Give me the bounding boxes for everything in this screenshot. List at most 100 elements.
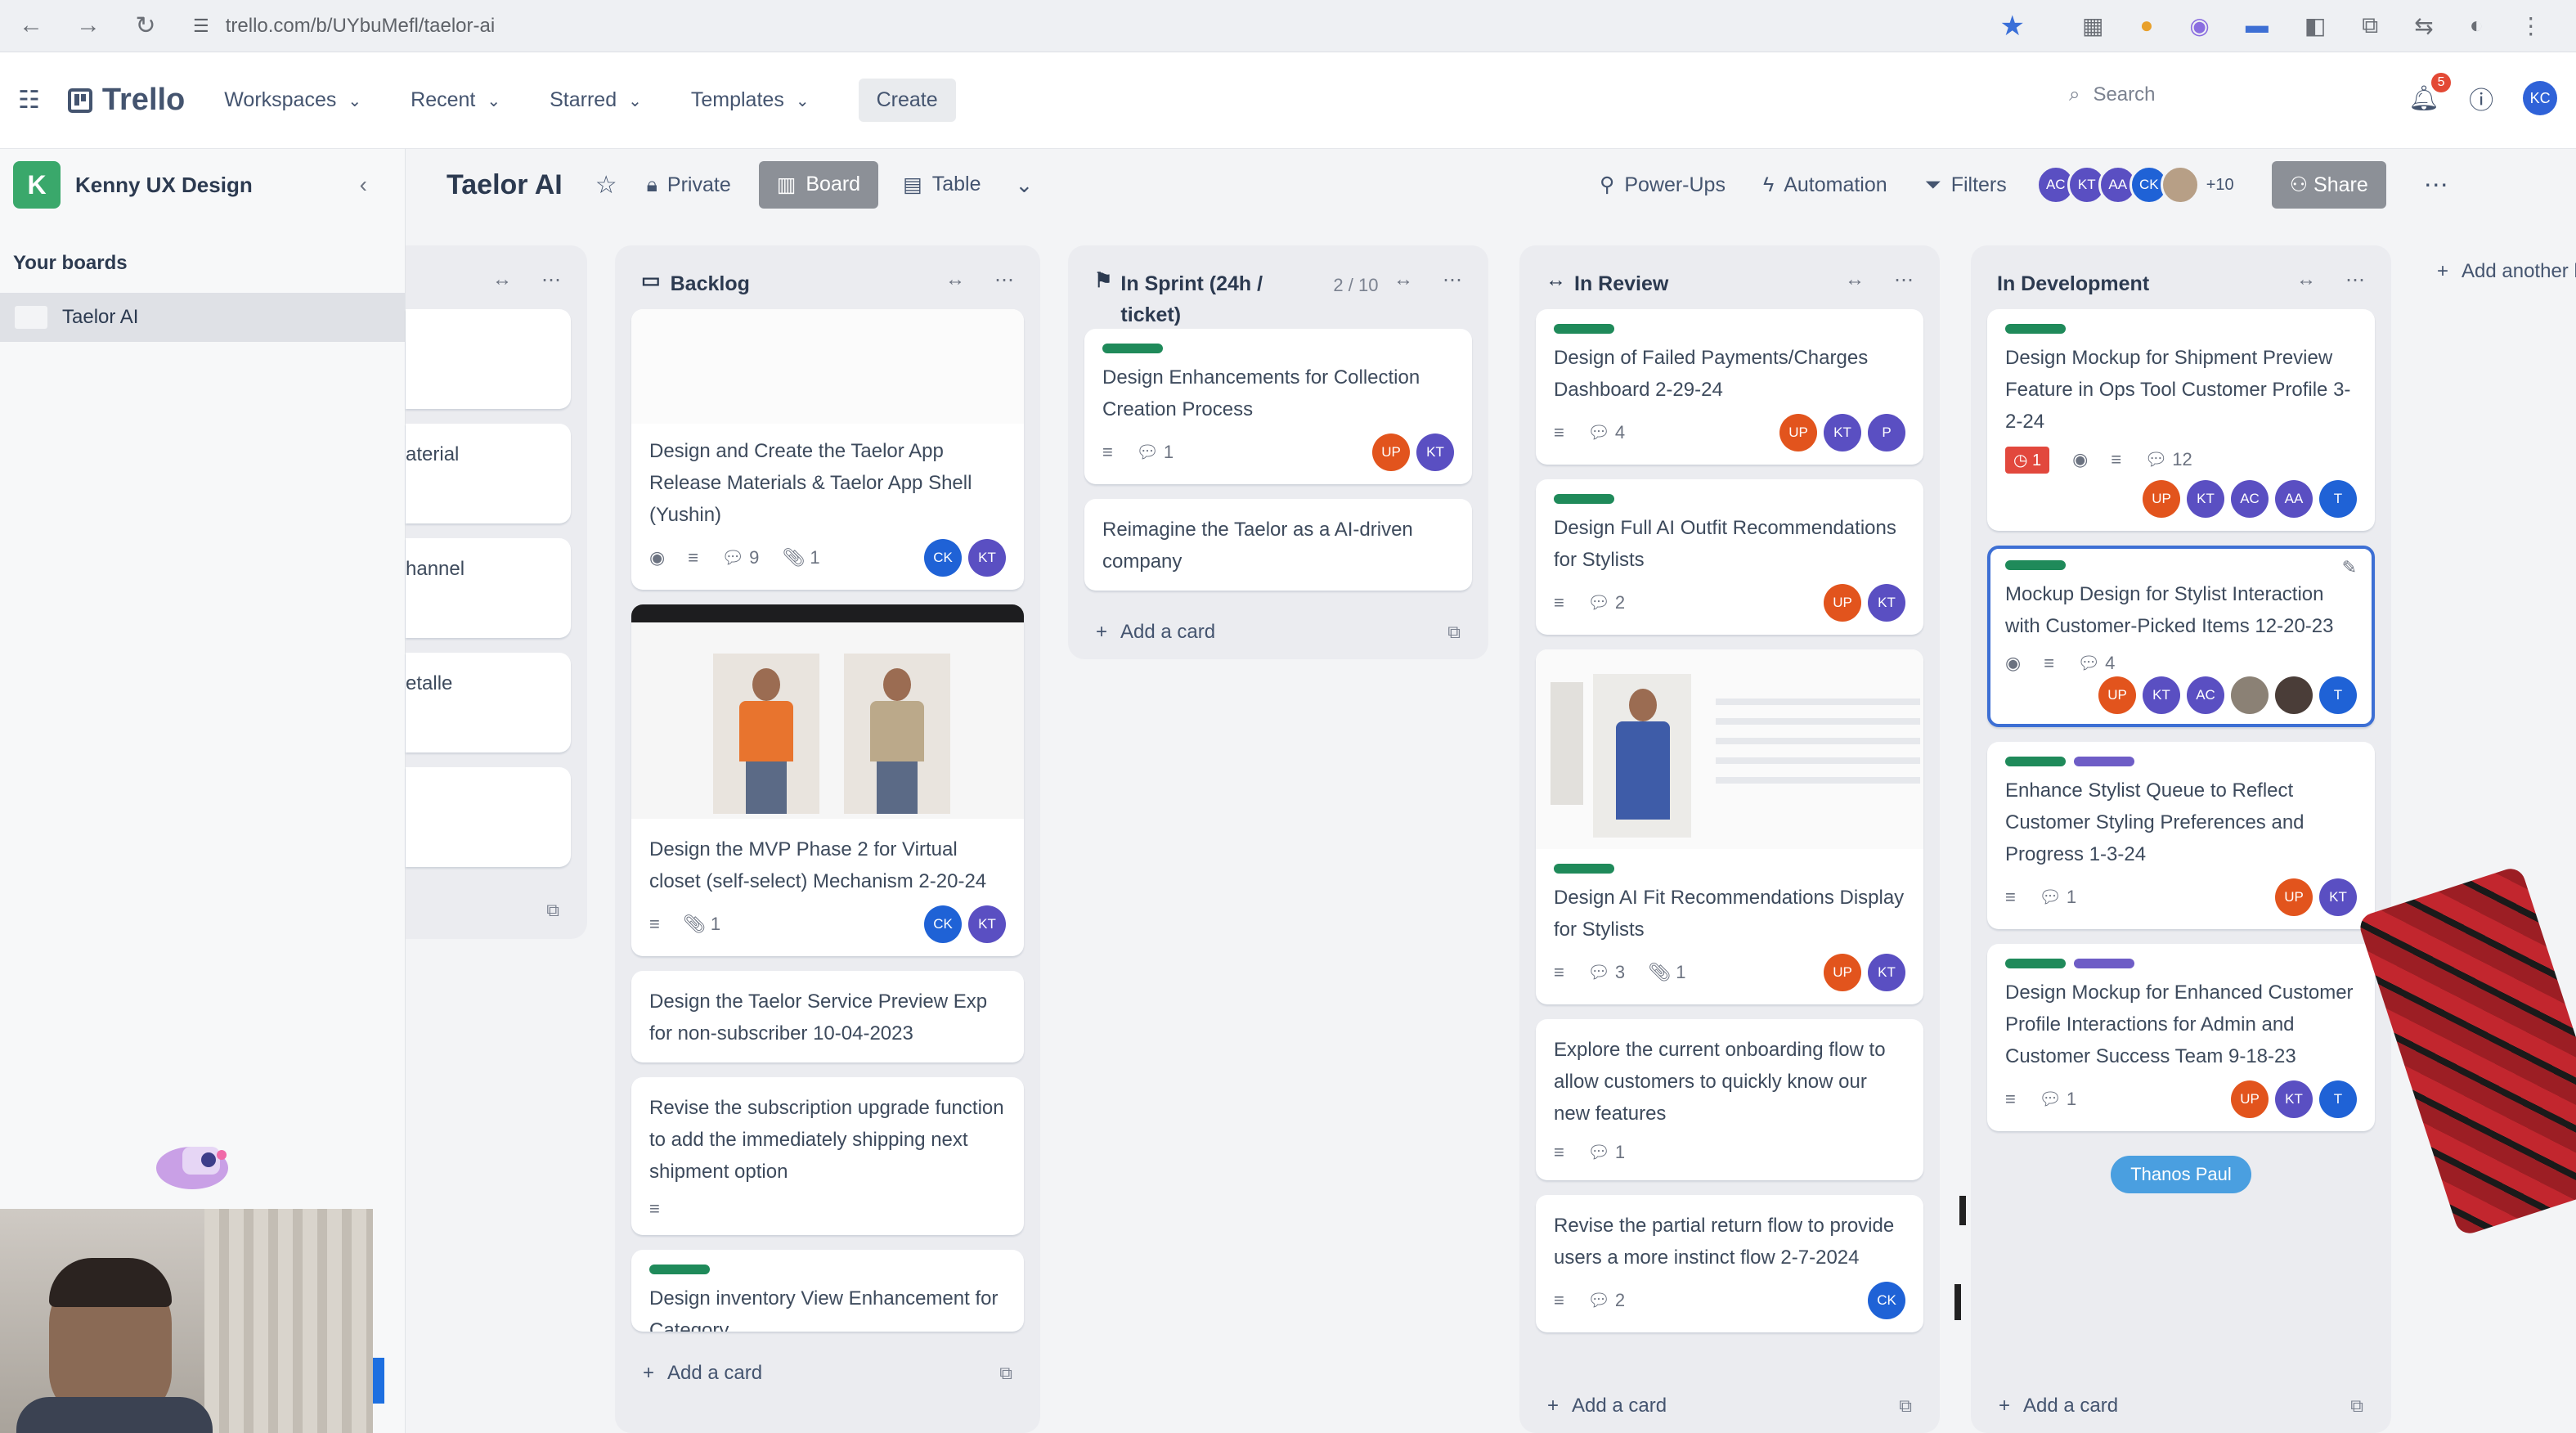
member-avatar[interactable]: T	[2319, 676, 2357, 714]
member-avatar[interactable]: T	[2319, 1080, 2357, 1118]
card[interactable]: Design inventory View Enhancement for Ca…	[631, 1250, 1024, 1332]
member-avatar[interactable]: UP	[1824, 584, 1861, 622]
member-avatar[interactable]: AC	[2231, 480, 2269, 518]
card[interactable]: Design AI Fit Recommendations Display fo…	[1536, 649, 1923, 1004]
member-avatar[interactable]: CK	[924, 905, 962, 943]
menu-templates[interactable]: Templates ⌄	[691, 88, 810, 112]
add-card-row[interactable]: + Add a card ⧉	[631, 1346, 1024, 1400]
extension-icon[interactable]: ⇆	[2414, 12, 2433, 39]
list-menu-icon[interactable]: ⋯	[1894, 268, 1914, 292]
list-menu-icon[interactable]: ⋯	[2345, 268, 2365, 292]
card[interactable]: Design the MVP Phase 2 for Virtual close…	[631, 604, 1024, 956]
member-avatar[interactable]: UP	[1779, 414, 1817, 451]
card[interactable]: Explore the current onboarding flow to a…	[1536, 1019, 1923, 1180]
card[interactable]: Design of Failed Payments/Charges Dashbo…	[1536, 309, 1923, 465]
menu-workspaces[interactable]: Workspaces ⌄	[224, 88, 361, 112]
member-avatar[interactable]: KT	[2319, 878, 2357, 916]
label-green[interactable]	[1102, 344, 1163, 353]
forward-icon[interactable]: →	[74, 11, 103, 40]
label-green[interactable]	[2005, 959, 2066, 968]
browser-menu-icon[interactable]: ⋮	[2520, 12, 2542, 39]
card[interactable]: Design Mockup for Enhanced Customer Prof…	[1987, 944, 2375, 1131]
card[interactable]: Revise the subscription upgrade function…	[631, 1077, 1024, 1235]
account-avatar[interactable]: KC	[2523, 81, 2558, 115]
list-title[interactable]: In Sprint (24h / ticket)	[1120, 268, 1317, 330]
extension-icon[interactable]: ▬	[2246, 12, 2269, 39]
overdue-badge[interactable]: ◷ 1	[2005, 446, 2050, 474]
member-avatar[interactable]	[2275, 676, 2313, 714]
add-card-row[interactable]: ⧉	[406, 882, 571, 939]
board-members[interactable]: AC KT AA CK +10	[2035, 165, 2234, 204]
power-ups-button[interactable]: ⚲ Power-Ups	[1600, 173, 1726, 197]
menu-recent[interactable]: Recent ⌄	[411, 88, 500, 112]
list-title[interactable]: Backlog	[671, 268, 750, 299]
menu-starred[interactable]: Starred ⌄	[550, 88, 642, 112]
more-members-count[interactable]: +10	[2206, 176, 2234, 195]
member-avatar[interactable]: T	[2319, 480, 2357, 518]
board-title[interactable]: Taelor AI	[447, 169, 563, 201]
star-board-icon[interactable]: ☆	[595, 171, 617, 200]
card[interactable]: Reimagine the Taelor as a AI-driven comp…	[1084, 499, 1472, 591]
member-avatar[interactable]: UP	[1372, 433, 1410, 471]
list-title[interactable]: In Development	[1997, 268, 2149, 299]
card-template-icon[interactable]: ⧉	[546, 900, 559, 921]
label-green[interactable]	[649, 1265, 710, 1274]
label-green[interactable]	[1554, 324, 1614, 334]
card-template-icon[interactable]: ⧉	[1447, 622, 1461, 643]
automation-button[interactable]: ϟ Automation	[1763, 173, 1887, 197]
member-avatar[interactable]: AA	[2275, 480, 2313, 518]
reload-icon[interactable]: ↻	[131, 11, 160, 40]
collapse-list-icon[interactable]: ↔	[945, 268, 965, 292]
board-menu-icon[interactable]: ⋯	[2424, 171, 2448, 200]
member-avatar[interactable]: KT	[1416, 433, 1454, 471]
add-card-row[interactable]: + Add a card ⧉	[1987, 1379, 2375, 1433]
extension-icon[interactable]: ●	[2139, 12, 2153, 39]
card[interactable]: Design the Taelor Service Preview Exp fo…	[631, 971, 1024, 1062]
list-menu-icon[interactable]: ⋯	[994, 268, 1014, 292]
add-card-row[interactable]: + Add a card ⧉	[1084, 605, 1472, 659]
card[interactable]: Design Full AI Outfit Recommendations fo…	[1536, 479, 1923, 635]
member-avatar[interactable]: KT	[968, 539, 1006, 577]
sidebar-board-taelor-ai[interactable]: Taelor AI	[0, 293, 405, 342]
filters-button[interactable]: ⏷ Filters	[1925, 173, 2007, 197]
profile-icon[interactable]: ◐	[2470, 12, 2484, 39]
card-template-icon[interactable]: ⧉	[2350, 1395, 2363, 1417]
collapse-list-icon[interactable]: ↔	[1845, 268, 1865, 292]
app-switcher-icon[interactable]: ☷	[18, 86, 40, 115]
label-green[interactable]	[1554, 864, 1614, 874]
member-avatar[interactable]: KT	[1824, 414, 1861, 451]
add-card-button[interactable]: Add a card	[1572, 1395, 1667, 1417]
edit-pencil-icon[interactable]: ✎	[2342, 557, 2357, 578]
puzzle-icon[interactable]: ⧉	[2362, 12, 2378, 39]
share-button[interactable]: ⚇ Share	[2271, 161, 2386, 209]
add-card-button[interactable]: Add a card	[2023, 1395, 2118, 1417]
views-dropdown-chevron-icon[interactable]: ⌄	[1015, 173, 1033, 198]
card[interactable]: Design Enhancements for Collection Creat…	[1084, 329, 1472, 484]
card-template-icon[interactable]: ⧉	[999, 1363, 1012, 1384]
member-avatar[interactable]: AC	[2187, 676, 2224, 714]
member-avatar[interactable]	[2160, 165, 2200, 204]
member-avatar[interactable]: KT	[2187, 480, 2224, 518]
member-avatar[interactable]: KT	[2275, 1080, 2313, 1118]
extension-icon[interactable]: ◧	[2304, 12, 2326, 39]
bookmark-star-icon[interactable]: ★	[2000, 10, 2025, 43]
label-green[interactable]	[2005, 324, 2066, 334]
member-avatar[interactable]: UP	[2098, 676, 2136, 714]
card[interactable]: Design and Create the Taelor App Release…	[631, 309, 1024, 590]
card[interactable]: Design Mockup for Shipment Preview Featu…	[1987, 309, 2375, 531]
notifications-bell-icon[interactable]: 🔔︎ 5	[2408, 72, 2452, 113]
add-card-row[interactable]: + Add a card ⧉	[1536, 1379, 1923, 1433]
search-input[interactable]: ⌕ Search	[2069, 83, 2372, 106]
workspace-header[interactable]: K Kenny UX Design ‹	[0, 149, 405, 221]
list-menu-icon[interactable]: ⋯	[1443, 268, 1462, 292]
label-purple[interactable]	[2074, 757, 2134, 766]
create-button[interactable]: Create	[858, 79, 956, 122]
add-card-button[interactable]: Add a card	[1120, 621, 1215, 644]
back-icon[interactable]: ←	[16, 11, 46, 40]
visibility-button[interactable]: 🔒︎ Private	[647, 173, 731, 197]
member-avatar[interactable]: KT	[1868, 954, 1905, 991]
member-avatar[interactable]: UP	[2231, 1080, 2269, 1118]
card[interactable]	[406, 767, 571, 867]
list-title[interactable]: In Review	[1574, 268, 1668, 299]
list-menu-icon[interactable]: ⋯	[541, 268, 561, 292]
